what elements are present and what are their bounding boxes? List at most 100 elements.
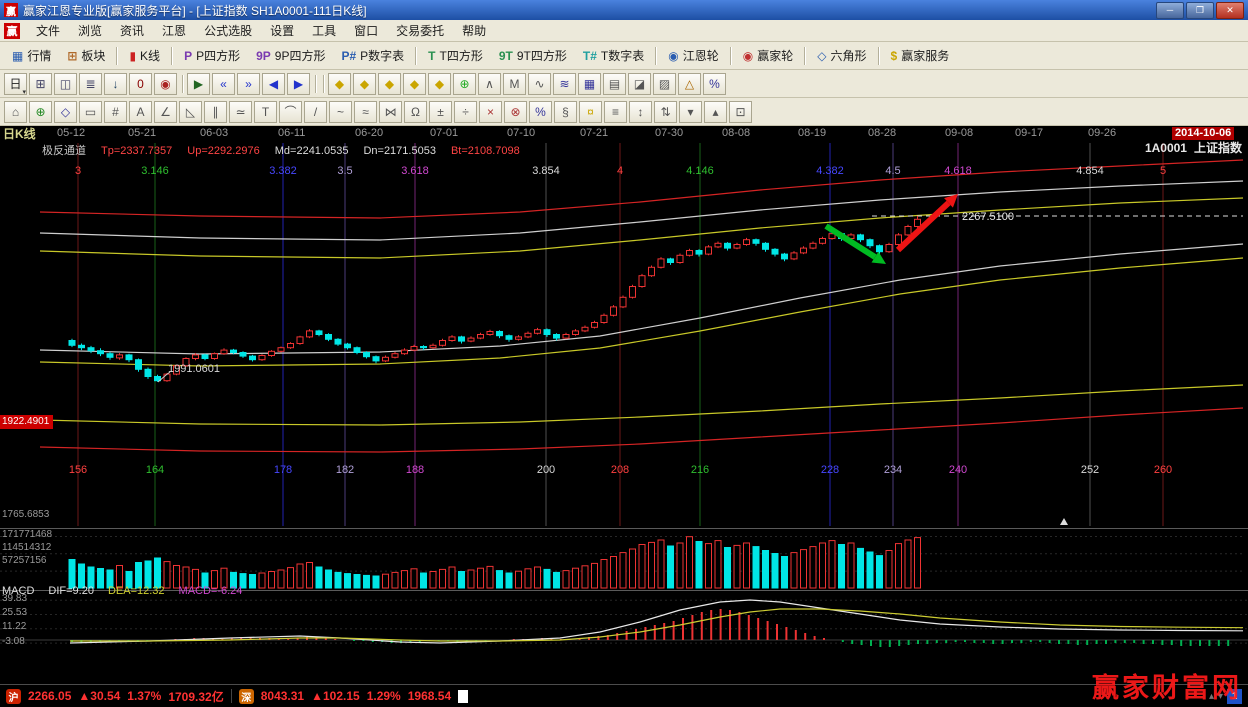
toolbar-button-P四方形[interactable]: PP四方形 <box>176 44 248 67</box>
tool-crosshair[interactable]: ⊕ <box>29 101 52 123</box>
tool-trend[interactable]: / <box>304 101 327 123</box>
application-window: 赢 赢家江恩专业版[赢家服务平台] - [上证指数 SH1A0001-111日K… <box>0 0 1248 707</box>
tool-layers[interactable]: ≡ <box>604 101 627 123</box>
maximize-button[interactable]: ❐ <box>1186 2 1214 19</box>
close-button[interactable]: ✕ <box>1216 2 1244 19</box>
gann-ratio-label: 3.382 <box>269 166 297 177</box>
menu-设置[interactable]: 设置 <box>261 22 303 39</box>
tool-home[interactable]: ⌂ <box>4 101 27 123</box>
tool-delete[interactable]: ⊗ <box>504 101 527 123</box>
tool-tline[interactable]: T <box>254 101 277 123</box>
text-cursor[interactable] <box>458 690 468 703</box>
tool-curve[interactable]: ~ <box>329 101 352 123</box>
toolbar-button-T四方形[interactable]: TT四方形 <box>420 44 491 67</box>
tool-period[interactable]: 日▾ <box>4 73 27 95</box>
window-controls: ─ ❐ ✕ <box>1156 2 1244 19</box>
tool-channel[interactable]: ≈ <box>354 101 377 123</box>
tool-omega[interactable]: Ω <box>404 101 427 123</box>
tool-zero[interactable]: 0 <box>129 73 152 95</box>
tool-triangle[interactable]: △ <box>678 73 701 95</box>
toolbar-button-P数字表[interactable]: P#P数字表 <box>333 44 412 67</box>
tool-gann-4[interactable]: ◆ <box>403 73 426 95</box>
toolbar-button-板块[interactable]: ⊞板块 <box>59 44 113 67</box>
toolbar-button-T数字表[interactable]: T#T数字表 <box>575 44 652 67</box>
tool-wedge[interactable]: ◺ <box>179 101 202 123</box>
tool-half[interactable]: ◪ <box>628 73 651 95</box>
tool-down-small[interactable]: ▾ <box>679 101 702 123</box>
menu-浏览[interactable]: 浏览 <box>69 22 111 39</box>
menu-资讯[interactable]: 资讯 <box>111 22 153 39</box>
tool-parallel[interactable]: ∥ <box>204 101 227 123</box>
toolbar-button-江恩轮[interactable]: ◉江恩轮 <box>660 44 727 67</box>
tool-wave-m[interactable]: M <box>503 73 526 95</box>
menu-帮助[interactable]: 帮助 <box>453 22 495 39</box>
tool-wave[interactable]: ∿ <box>528 73 551 95</box>
chart-canvas[interactable] <box>0 126 1248 707</box>
tool-arc[interactable]: ⌒ <box>279 101 302 123</box>
tool-hatch[interactable]: ▨ <box>653 73 676 95</box>
tool-bands[interactable]: ≋ <box>553 73 576 95</box>
toolbar-button-9P四方形[interactable]: 9P9P四方形 <box>248 44 333 67</box>
toolbar-button-9T四方形[interactable]: 9T9T四方形 <box>491 44 575 67</box>
tool-coin[interactable]: ¤ <box>579 101 602 123</box>
tool-rect[interactable]: ▭ <box>79 101 102 123</box>
tool-gann-5[interactable]: ◆ <box>428 73 451 95</box>
tool-fan[interactable]: ⋈ <box>379 101 402 123</box>
tool-hash[interactable]: # <box>104 101 127 123</box>
tool-times[interactable]: × <box>479 101 502 123</box>
tool-gann-2[interactable]: ◆ <box>353 73 376 95</box>
date-label: 05-12 <box>57 128 85 139</box>
macd-header: MACD DIF=9.20 DEA=12.32 MACD=-6.24 <box>2 586 242 597</box>
toolbar-button-行情[interactable]: ▦行情 <box>4 44 59 67</box>
tool-grid[interactable]: ⊞ <box>29 73 52 95</box>
tool-angle[interactable]: ∠ <box>154 101 177 123</box>
drawn-arrows <box>826 194 958 264</box>
menu-江恩[interactable]: 江恩 <box>153 22 195 39</box>
status-bar: 沪 2266.05 ▲30.54 1.37% 1709.32亿 深 8043.3… <box>0 684 1248 707</box>
menu-公式选股[interactable]: 公式选股 <box>195 22 261 39</box>
tool-fwd[interactable]: ▶ <box>287 73 310 95</box>
tool-fullscreen[interactable]: ⊡ <box>729 101 752 123</box>
tool-table[interactable]: ▦ <box>578 73 601 95</box>
tool-target[interactable]: ⊕ <box>453 73 476 95</box>
toolbar-button-六角形[interactable]: ◇六角形 <box>809 44 874 67</box>
toolbar-separator <box>323 75 325 93</box>
tool-divide[interactable]: ÷ <box>454 101 477 123</box>
tool-hexagon[interactable]: ◇ <box>54 101 77 123</box>
tool-swap[interactable]: ⇅ <box>654 101 677 123</box>
toolbar-button-K线[interactable]: ▮K线 <box>121 44 168 67</box>
tool-window[interactable]: ◫ <box>54 73 77 95</box>
tool-back[interactable]: ◀ <box>262 73 285 95</box>
menu-工具[interactable]: 工具 <box>303 22 345 39</box>
minimize-button[interactable]: ─ <box>1156 2 1184 19</box>
tool-text[interactable]: A <box>129 101 152 123</box>
tool-gann-3[interactable]: ◆ <box>378 73 401 95</box>
tool-plusminus[interactable]: ± <box>429 101 452 123</box>
tool-list[interactable]: ≣ <box>79 73 102 95</box>
menu-交易委托[interactable]: 交易委托 <box>387 22 453 39</box>
tool-fast-fwd[interactable]: » <box>237 73 260 95</box>
toolbar-button-赢家服务[interactable]: $赢家服务 <box>883 44 958 67</box>
menu-文件[interactable]: 文件 <box>27 22 69 39</box>
tool-fast-back[interactable]: « <box>212 73 235 95</box>
tool-peak[interactable]: ∧ <box>478 73 501 95</box>
tool-gann-1[interactable]: ◆ <box>328 73 351 95</box>
toolbar-button-赢家轮[interactable]: ◉赢家轮 <box>735 44 802 67</box>
volume-panel <box>0 537 1243 589</box>
channel-tp-value: Tp=2337.7357 <box>101 146 172 157</box>
tool-download[interactable]: ↓ <box>104 73 127 95</box>
gann-cycle-label: 182 <box>336 465 354 476</box>
tool-percent[interactable]: % <box>703 73 726 95</box>
tool-pct[interactable]: % <box>529 101 552 123</box>
tool-rows[interactable]: ▤ <box>603 73 626 95</box>
menu-窗口[interactable]: 窗口 <box>345 22 387 39</box>
tool-flag[interactable]: ◉ <box>154 73 177 95</box>
tool-up-small[interactable]: ▴ <box>704 101 727 123</box>
tool-play[interactable]: ▶ <box>187 73 210 95</box>
tool-approx[interactable]: ≃ <box>229 101 252 123</box>
toolbar-separator <box>171 47 173 65</box>
gann-ratio-label: 4.382 <box>816 166 844 177</box>
tool-updown[interactable]: ↕ <box>629 101 652 123</box>
channel-md-value: Md=2241.0535 <box>275 146 349 157</box>
tool-section[interactable]: § <box>554 101 577 123</box>
